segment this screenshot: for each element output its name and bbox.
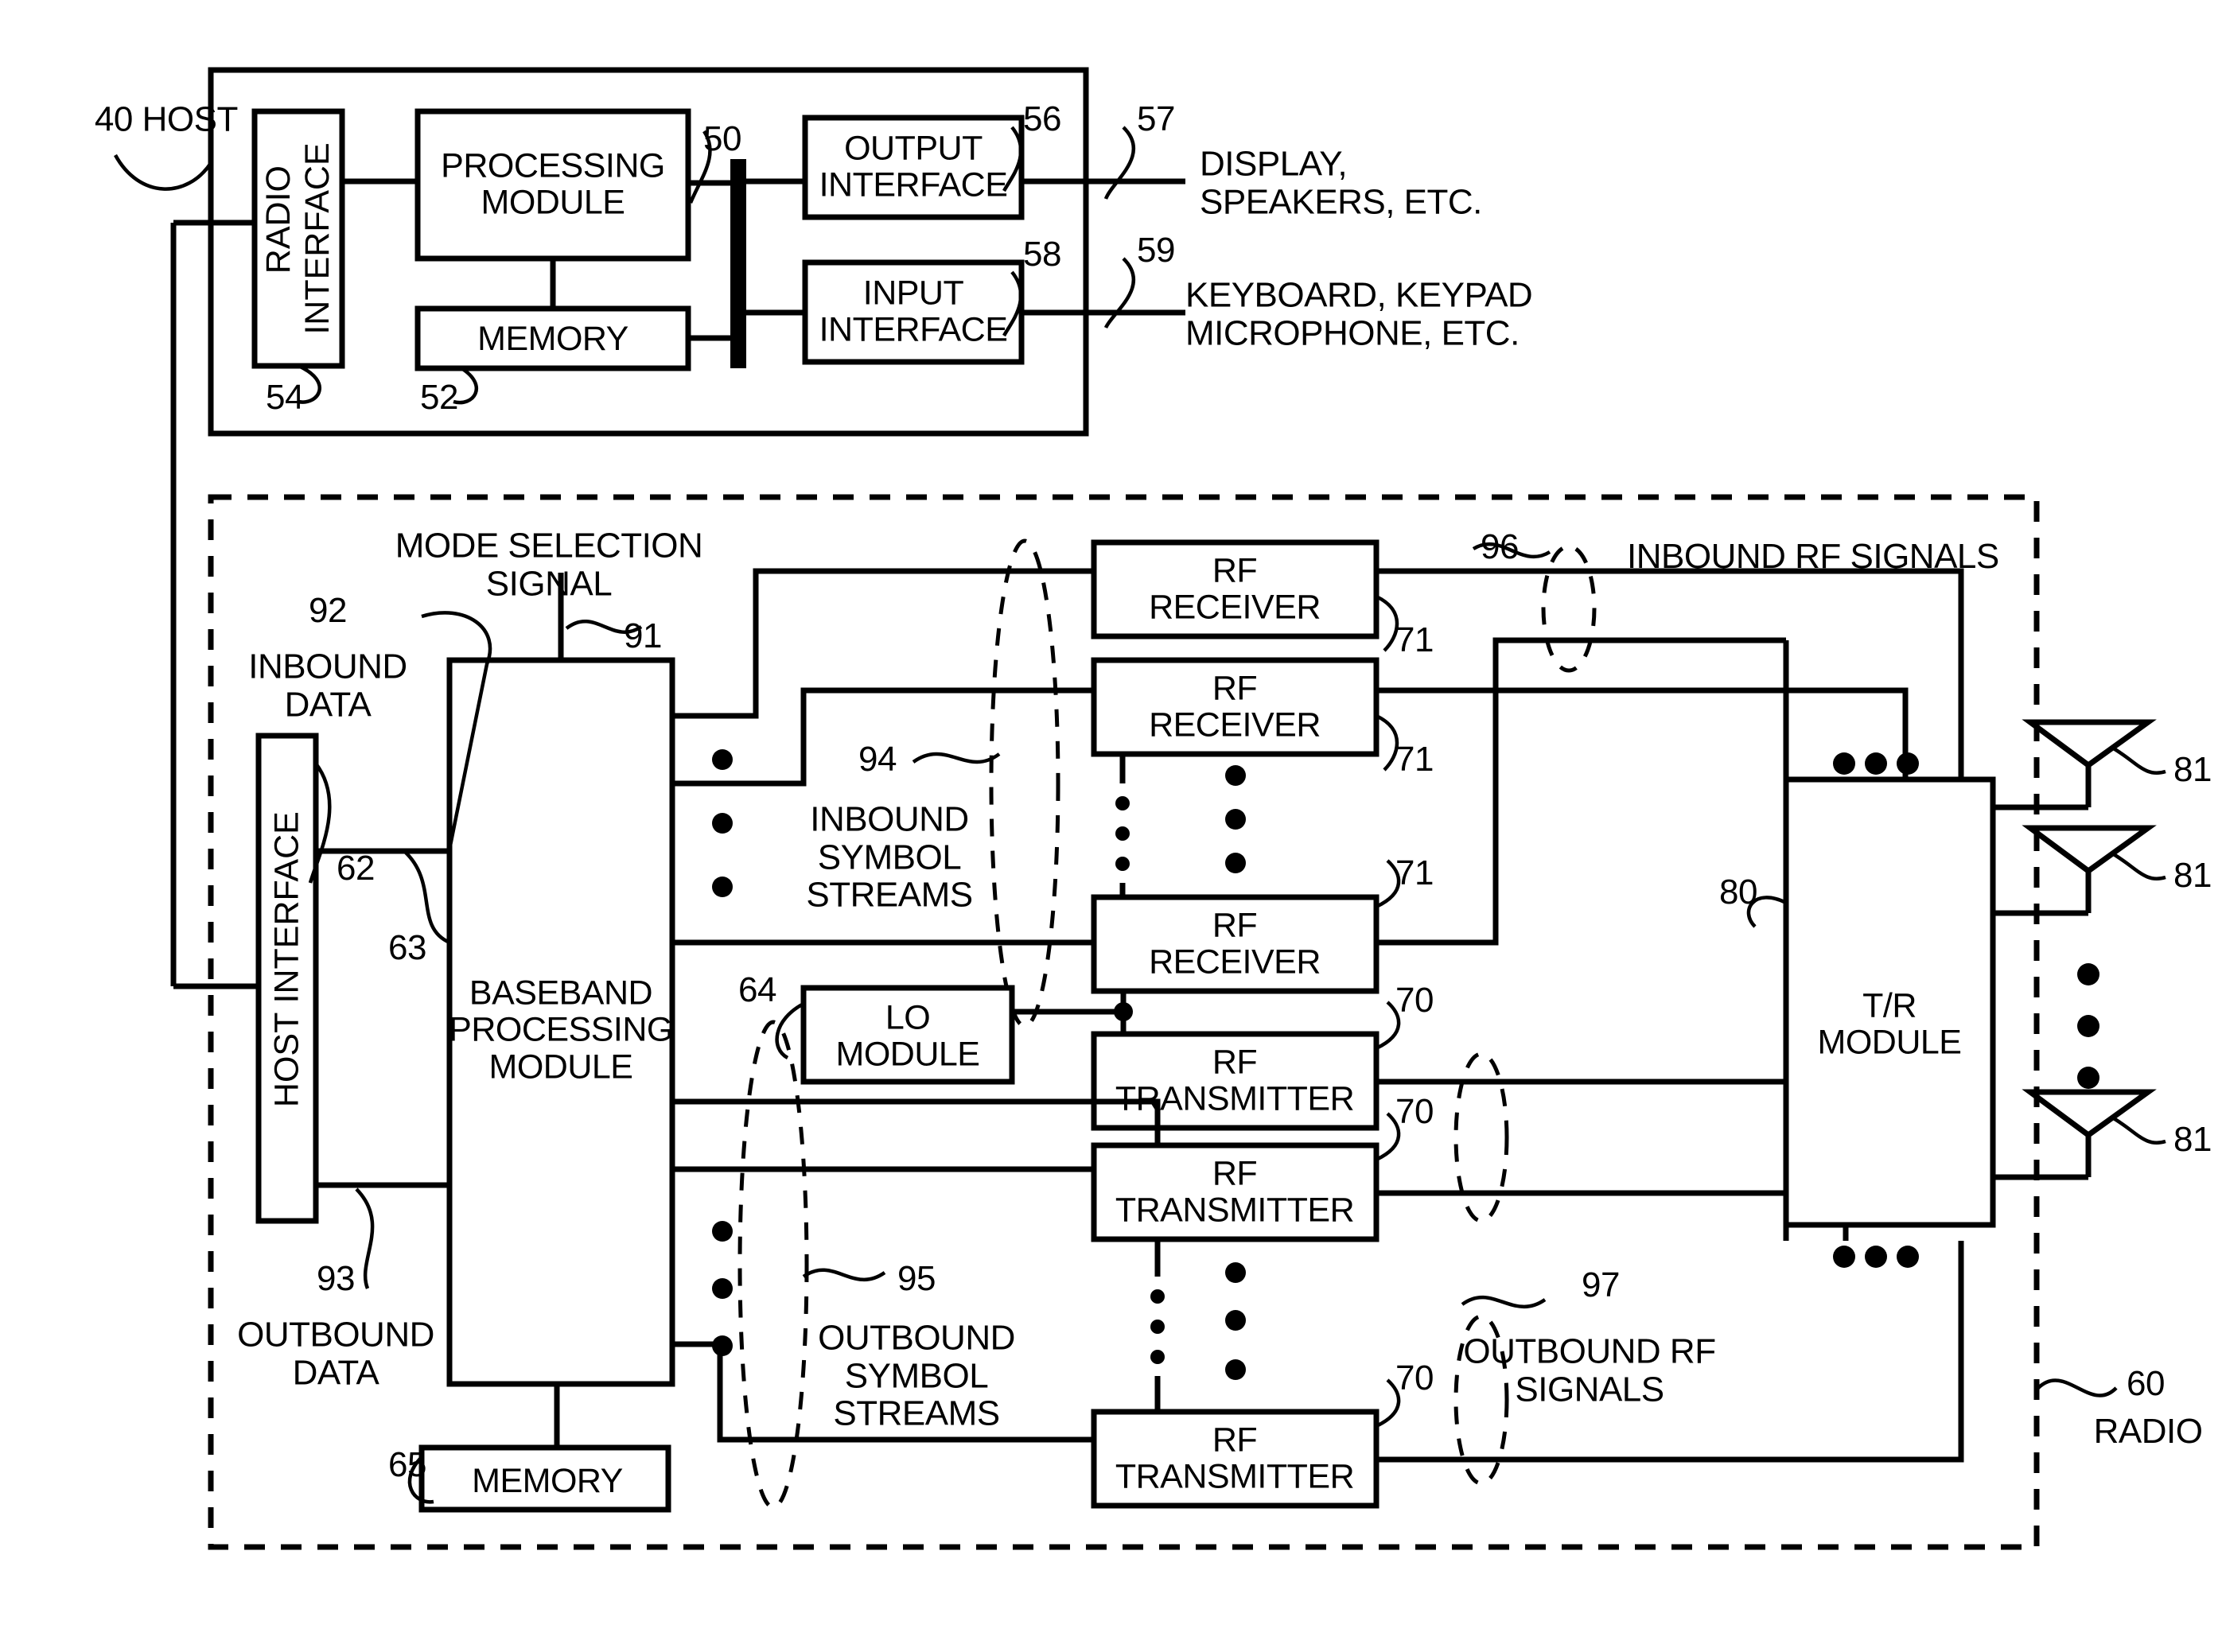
inbound-symbols-ref: 94 (858, 740, 897, 779)
output-interface-label: OUTPUT INTERFACE (819, 129, 1008, 204)
tr-module-ref: 80 (1719, 873, 1757, 912)
host-memory-label: MEMORY (477, 319, 628, 358)
outbound-rf-label: OUTBOUND RF SIGNALS (1463, 1331, 1716, 1409)
outbound-symbols-label: OUTBOUND SYMBOL STREAMS (818, 1318, 1015, 1433)
inbound-symbols-label: INBOUND SYMBOL STREAMS (806, 799, 973, 915)
radio-memory-ref: 65 (388, 1445, 426, 1485)
outbound-data-ref-leader (355, 1187, 375, 1289)
mode-selection-ref: 91 (624, 616, 662, 656)
input-devices-label: KEYBOARD, KEYPAD MICROPHONE, ETC. (1185, 275, 1533, 352)
rf-transmitter-label-2: RF TRANSMITTER (1115, 1154, 1355, 1230)
radio-interface-ref: 54 (266, 378, 304, 418)
rf-transmitter-ref-1: 70 (1395, 981, 1434, 1020)
rf-transmitter-ref-3: 70 (1395, 1359, 1434, 1398)
antenna-ref-3: 81 (2173, 1120, 2212, 1160)
wire-rx1-symbolstream (672, 568, 1094, 719)
rf-receiver-label-1: RF RECEIVER (1149, 551, 1321, 627)
outbound-symbols-ref-leader (802, 1268, 886, 1282)
antenna-ref-1: 81 (2173, 750, 2212, 790)
radio-host-interface-label: HOST INTERFACE (267, 811, 306, 1108)
antenna1-ref-leader (2111, 746, 2166, 775)
input-interface-ref: 58 (1023, 235, 1061, 274)
radio-label: RADIO (2093, 1412, 2203, 1452)
input-devices-ref: 59 (1137, 231, 1175, 270)
keyboard-ref-leader (1103, 257, 1136, 329)
input-interface-label: INPUT INTERFACE (819, 274, 1008, 349)
inbound-data-ref: 92 (309, 591, 347, 631)
inbound-rf-ref: 96 (1481, 527, 1519, 567)
antenna3-ref-leader (2111, 1116, 2166, 1145)
outbound-data-ref: 93 (317, 1259, 355, 1299)
outbound-data-label: OUTBOUND DATA (237, 1315, 434, 1392)
inbound-rf-signals-bracket (1541, 544, 1597, 673)
output-devices-ref: 57 (1137, 99, 1175, 139)
figure-canvas: .s { fill:none; stroke:#000; stroke-widt… (0, 0, 2222, 1652)
host-memory-ref: 52 (420, 378, 458, 418)
outbound-symbols-ref: 95 (897, 1259, 936, 1299)
display-ref-leader (1103, 126, 1136, 200)
rx2-ref-leader (1375, 713, 1399, 772)
host-bus-ref: 50 (703, 119, 741, 159)
antenna2-ref-leader (2111, 852, 2166, 880)
rf-receiver-ref-1: 71 (1395, 620, 1434, 660)
tr-module-label: T/R MODULE (1817, 986, 1962, 1062)
rf-receiver-label-2: RF RECEIVER (1149, 669, 1321, 744)
inbound-symbol-streams-bracket (989, 538, 1060, 1028)
processing-module-label: PROCESSING MODULE (441, 146, 665, 222)
output-interface-ref: 56 (1023, 99, 1061, 139)
baseband-label: BASEBAND PROCESSING MODULE (449, 974, 673, 1086)
rf-receiver-ref-3: 71 (1395, 853, 1434, 893)
radio-ref-leader (2037, 1378, 2118, 1397)
antenna-2 (2022, 825, 2157, 913)
radio-ref-label: 60 (2127, 1364, 2165, 1404)
inbound-symbols-ref-leader (912, 752, 1001, 764)
outbound-rf-ref-leader (1461, 1295, 1547, 1309)
rf-receiver-ref-2: 71 (1395, 740, 1434, 779)
rf-transmitter-label-3: RF TRANSMITTER (1115, 1421, 1355, 1496)
rf-transmitter-ref-2: 70 (1395, 1092, 1434, 1132)
antenna-3 (2022, 1089, 2157, 1177)
output-devices-label: DISPLAY, SPEAKERS, ETC. (1200, 144, 1482, 221)
host-interface-ref: 62 (337, 849, 375, 888)
outbound-rf-ref: 97 (1582, 1265, 1620, 1305)
inbound-rf-label: 96INBOUND RF SIGNALS (1627, 537, 1999, 577)
outbound-symbol-streams-bracket (737, 1020, 809, 1510)
lo-module-label: LO MODULE (835, 998, 980, 1074)
host-ref-label: 40 HOST (94, 99, 238, 139)
baseband-ref: 63 (388, 928, 426, 968)
antenna-1 (2022, 719, 2157, 807)
radio-memory-label: MEMORY (472, 1461, 623, 1500)
rx1-ref-leader (1375, 594, 1399, 652)
antenna-ref-2: 81 (2173, 856, 2212, 896)
mode-selection-signal-label: MODE SELECTION SIGNAL (395, 526, 703, 603)
host-bus-bar (730, 159, 746, 368)
radio-interface-label: RADIO INTERFACE (259, 142, 337, 335)
inbound-data-label: INBOUND DATA (248, 647, 407, 724)
rf-transmitter-label-1: RF TRANSMITTER (1115, 1043, 1355, 1118)
lo-module-ref: 64 (738, 970, 776, 1010)
rf-receiver-label-3: RF RECEIVER (1149, 906, 1321, 981)
